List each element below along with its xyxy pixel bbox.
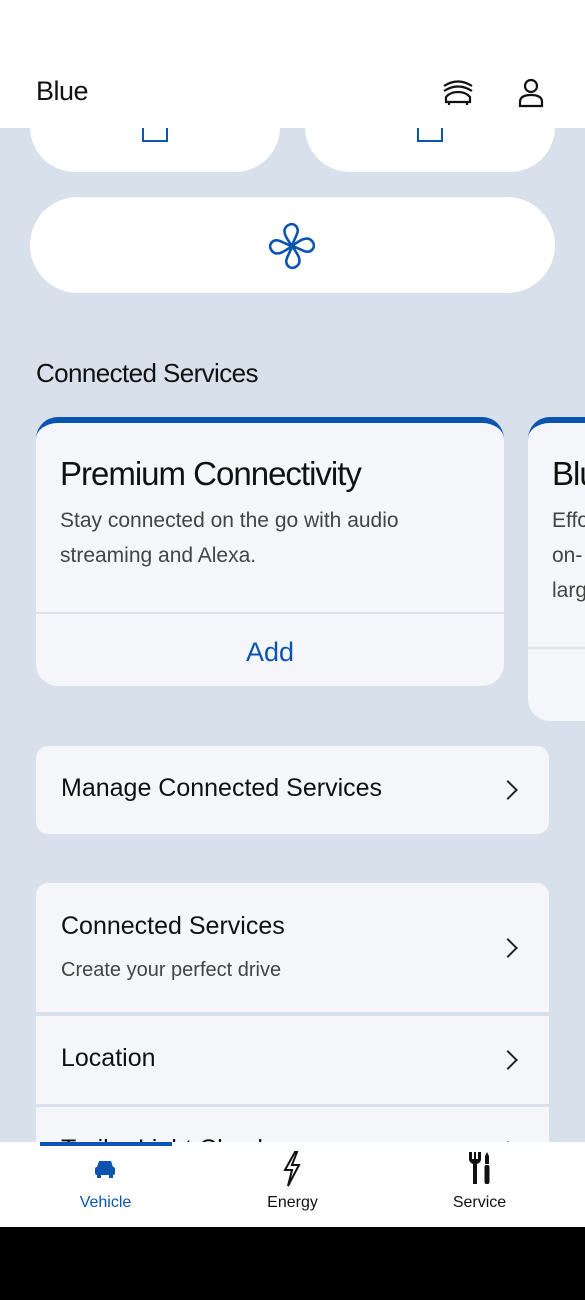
list-item-connected-services[interactable]: Connected Services Create your perfect d… (36, 883, 549, 1012)
divider (36, 612, 504, 614)
chevron-right-icon (498, 1050, 518, 1070)
chevron-right-icon (498, 780, 518, 800)
row-label: Manage Connected Services (61, 774, 383, 802)
fan-icon (268, 222, 316, 270)
page-title: Blue (36, 76, 89, 106)
tab-service[interactable]: Service (382, 1142, 577, 1227)
list-item-location[interactable]: Location (36, 1016, 549, 1104)
tab-vehicle[interactable]: Vehicle (8, 1142, 203, 1227)
tab-label: Energy (267, 1194, 318, 1211)
control-icon (142, 128, 168, 142)
row-subtitle: Create your perfect drive (61, 959, 282, 981)
climate-button[interactable] (30, 197, 555, 293)
screen: Blue Connected Services Premium Connecti… (0, 0, 585, 1227)
card-description: Stay connected on the go with audio stre… (60, 509, 399, 567)
tools-icon (469, 1152, 490, 1184)
account-icon[interactable] (518, 78, 544, 108)
card-title: Blu (552, 455, 585, 492)
top-bar: Blue (0, 0, 585, 128)
lightning-icon (283, 1151, 301, 1187)
tab-energy[interactable]: Energy (195, 1142, 390, 1227)
row-label: Connected Services (61, 912, 285, 940)
divider (528, 647, 585, 649)
chevron-right-icon (498, 938, 518, 958)
connected-car-icon[interactable] (440, 78, 476, 108)
tab-label: Vehicle (79, 1194, 132, 1211)
add-button[interactable]: Add (36, 637, 504, 668)
car-icon (95, 1161, 115, 1178)
row-label: Location (61, 1044, 156, 1072)
service-card: Premium Connectivity Stay connected on t… (36, 417, 504, 686)
service-card: Blu Effo on- larg (528, 417, 585, 721)
card-title: Premium Connectivity (60, 455, 362, 492)
card-description: Effo on- larg (552, 509, 585, 602)
bottom-nav: Vehicle Energy Service (0, 1142, 585, 1227)
control-icon (417, 128, 443, 142)
manage-connected-services[interactable]: Manage Connected Services (36, 746, 549, 834)
section-title: Connected Services (36, 358, 258, 388)
tab-label: Service (452, 1194, 507, 1211)
